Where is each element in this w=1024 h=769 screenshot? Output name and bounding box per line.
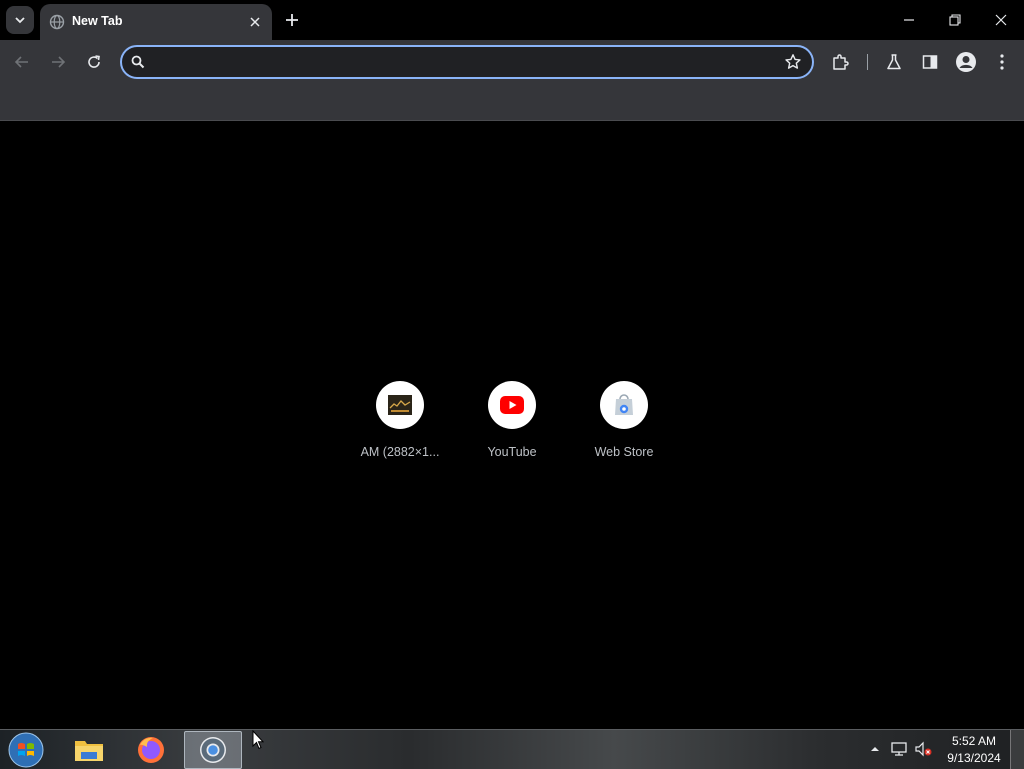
arrow-right-icon [52, 56, 66, 68]
labs-button[interactable] [880, 48, 908, 76]
tab-title: New Tab [72, 14, 123, 28]
close-icon [995, 14, 1007, 26]
show-desktop-button[interactable] [1010, 730, 1024, 769]
clock-date: 9/13/2024 [947, 751, 1001, 765]
file-explorer-icon [75, 741, 103, 761]
web-store-icon [615, 394, 633, 415]
reload-icon [88, 55, 100, 68]
puzzle-icon [833, 54, 849, 70]
firefox-icon [138, 737, 164, 763]
profile-button[interactable] [952, 48, 980, 76]
plus-icon [286, 14, 298, 26]
taskbar-firefox[interactable] [122, 731, 180, 769]
bookmark-bar [0, 84, 1024, 121]
volume-muted-icon [915, 741, 932, 757]
restore-icon [949, 14, 961, 26]
network-icon [891, 742, 907, 756]
windows-taskbar: 5:52 AM 9/13/2024 [0, 729, 1024, 769]
new-tab-page: AM (2882×1... YouTube Web Store [0, 121, 1024, 729]
youtube-icon [500, 396, 524, 414]
minimize-icon [904, 19, 914, 21]
address-input[interactable] [156, 51, 770, 75]
shortcut-tile[interactable]: YouTube [456, 381, 568, 473]
shortcut-tile[interactable]: AM (2882×1... [344, 381, 456, 473]
close-window-button[interactable] [978, 0, 1024, 40]
shortcut-label: Web Store [594, 445, 654, 459]
search-icon [131, 55, 145, 69]
chrome-icon [200, 737, 226, 763]
shortcut-icon-circle [600, 381, 648, 429]
browser-toolbar [0, 40, 1024, 84]
menu-button[interactable] [988, 48, 1016, 76]
volume-tray-button[interactable] [914, 740, 932, 758]
shortcut-label: YouTube [487, 445, 537, 459]
globe-icon [49, 14, 65, 30]
restore-button[interactable] [932, 0, 978, 40]
extensions-button[interactable] [826, 48, 854, 76]
taskbar-chrome[interactable] [184, 731, 242, 769]
chevron-down-icon [15, 17, 25, 24]
tab-strip: New Tab [0, 0, 1024, 40]
clock-time: 5:52 AM [951, 734, 997, 748]
toolbar-separator [867, 54, 868, 70]
image-thumbnail-icon [388, 395, 412, 415]
show-hidden-icons-button[interactable] [866, 740, 884, 758]
side-panel-button[interactable] [916, 48, 944, 76]
bookmark-star-icon[interactable] [784, 53, 802, 71]
tab-close-button[interactable] [246, 13, 264, 31]
system-clock[interactable]: 5:52 AM 9/13/2024 [940, 733, 1008, 767]
start-button[interactable] [6, 731, 46, 769]
kebab-menu-icon [1000, 54, 1004, 70]
shortcut-icon-circle [376, 381, 424, 429]
forward-button[interactable] [44, 48, 72, 76]
minimize-button[interactable] [886, 0, 932, 40]
flask-icon [887, 54, 901, 70]
reload-button[interactable] [80, 48, 108, 76]
close-icon [250, 17, 260, 27]
address-bar[interactable] [120, 45, 814, 79]
new-tab-button[interactable] [280, 8, 304, 32]
shortcut-tile[interactable]: Web Store [568, 381, 680, 473]
shortcut-icon-circle [488, 381, 536, 429]
side-panel-icon [922, 55, 938, 69]
shortcut-label: AM (2882×1... [360, 445, 440, 459]
network-tray-button[interactable] [890, 740, 908, 758]
tab-new-tab[interactable]: New Tab [40, 4, 272, 40]
avatar-icon [956, 52, 976, 72]
chevron-up-icon [871, 747, 879, 751]
taskbar-file-explorer[interactable] [60, 731, 118, 769]
tab-search-button[interactable] [6, 6, 34, 34]
arrow-left-icon [14, 56, 28, 68]
windows-start-orb-icon [8, 732, 44, 768]
mouse-cursor-icon [252, 730, 264, 750]
back-button[interactable] [8, 48, 36, 76]
